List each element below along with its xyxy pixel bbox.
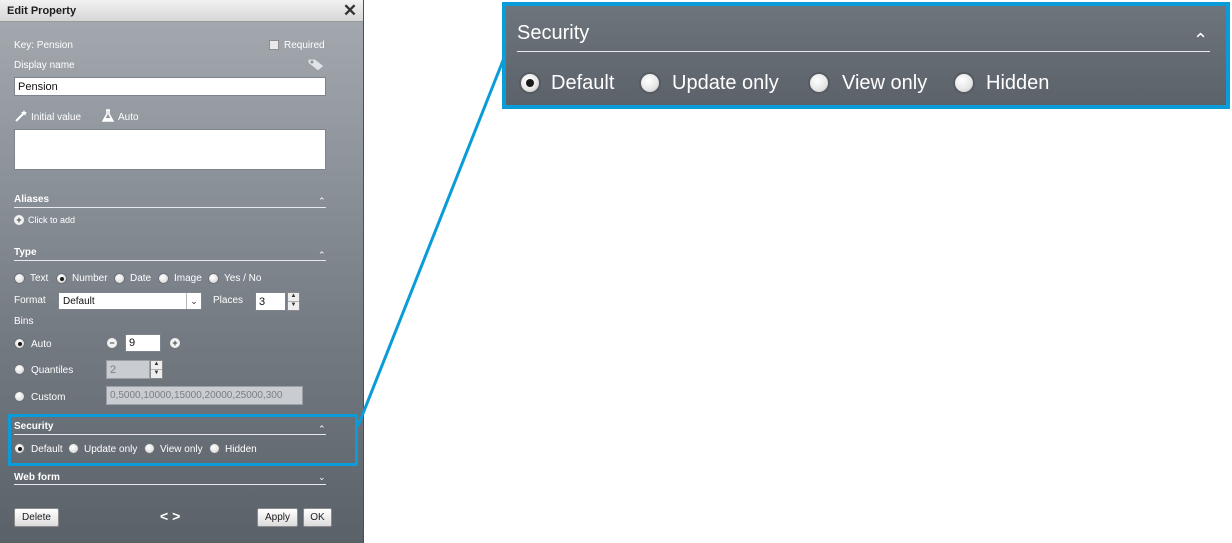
zoom-option-update-only: Update only [672,72,779,94]
zoom-security-divider [517,51,1210,52]
zoom-option-hidden: Hidden [986,72,1050,94]
zoom-radio-default [519,72,541,94]
chevron-up-icon: ⌃ [1193,30,1209,50]
zoom-option-view-only: View only [842,72,928,94]
zoom-option-default: Default [551,72,615,94]
zoom-radio-view-only [808,72,830,94]
security-zoom-callout: Security ⌃ Default Update only View only… [502,2,1230,109]
zoom-radio-update-only [639,72,661,94]
zoom-radio-hidden [953,72,975,94]
zoom-security-header: Security [517,22,590,44]
